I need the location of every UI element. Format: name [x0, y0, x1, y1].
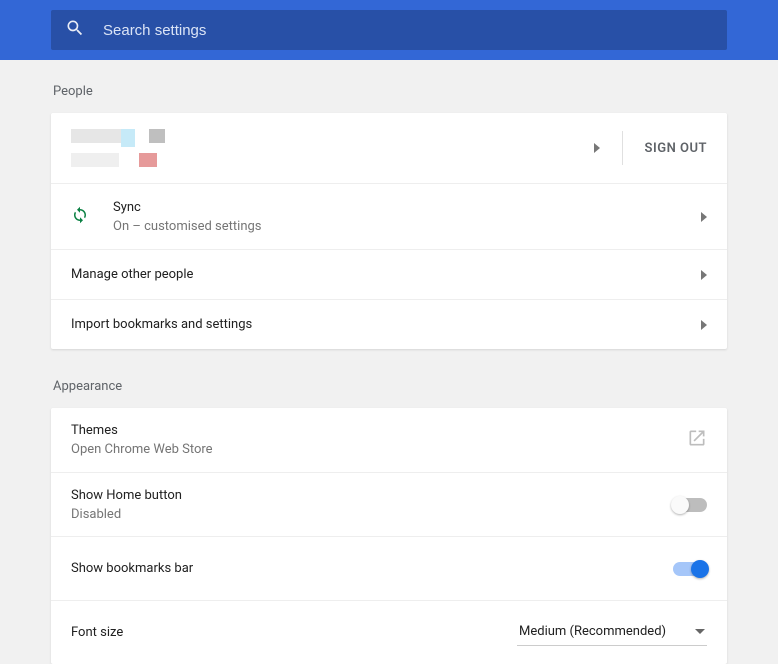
bookmarks-bar-label: Show bookmarks bar: [71, 561, 673, 576]
import-bookmarks-label: Import bookmarks and settings: [71, 317, 701, 332]
profile-row[interactable]: SIGN OUT: [51, 113, 727, 183]
people-card: SIGN OUT Sync On – customised settings M…: [51, 113, 727, 349]
themes-subtitle: Open Chrome Web Store: [71, 442, 687, 457]
manage-people-row[interactable]: Manage other people: [51, 249, 727, 299]
header-bar: [0, 0, 778, 60]
import-bookmarks-row[interactable]: Import bookmarks and settings: [51, 299, 727, 349]
search-input[interactable]: [103, 22, 713, 39]
themes-title: Themes: [71, 423, 687, 438]
settings-content: People SIGN OUT Sync On – customis: [51, 60, 727, 664]
search-icon: [65, 18, 85, 42]
section-title-people: People: [51, 84, 727, 99]
divider: [622, 131, 623, 165]
sign-out-button[interactable]: SIGN OUT: [645, 141, 707, 156]
profile-avatar-placeholder: [71, 123, 594, 173]
appearance-card: Themes Open Chrome Web Store Show Home b…: [51, 408, 727, 664]
search-settings[interactable]: [51, 10, 727, 50]
home-button-subtitle: Disabled: [71, 507, 673, 522]
manage-people-label: Manage other people: [71, 267, 701, 282]
chevron-right-icon: [701, 320, 707, 330]
dropdown-icon: [695, 629, 705, 634]
font-size-select[interactable]: Medium (Recommended): [517, 620, 707, 646]
sync-icon: [71, 206, 89, 228]
chevron-right-icon: [701, 270, 707, 280]
home-button-title: Show Home button: [71, 488, 673, 503]
themes-row[interactable]: Themes Open Chrome Web Store: [51, 408, 727, 472]
section-title-appearance: Appearance: [51, 379, 727, 394]
font-size-row: Font size Medium (Recommended): [51, 600, 727, 664]
sync-subtitle: On – customised settings: [113, 219, 701, 234]
open-external-icon: [687, 428, 707, 452]
font-size-label: Font size: [71, 625, 517, 640]
home-button-row[interactable]: Show Home button Disabled: [51, 472, 727, 536]
bookmarks-bar-toggle[interactable]: [673, 562, 707, 576]
home-button-toggle[interactable]: [673, 498, 707, 512]
chevron-right-icon: [594, 143, 600, 153]
font-size-value: Medium (Recommended): [519, 624, 666, 639]
chevron-right-icon: [701, 212, 707, 222]
sync-row[interactable]: Sync On – customised settings: [51, 183, 727, 249]
bookmarks-bar-row[interactable]: Show bookmarks bar: [51, 536, 727, 600]
sync-title: Sync: [113, 200, 701, 215]
